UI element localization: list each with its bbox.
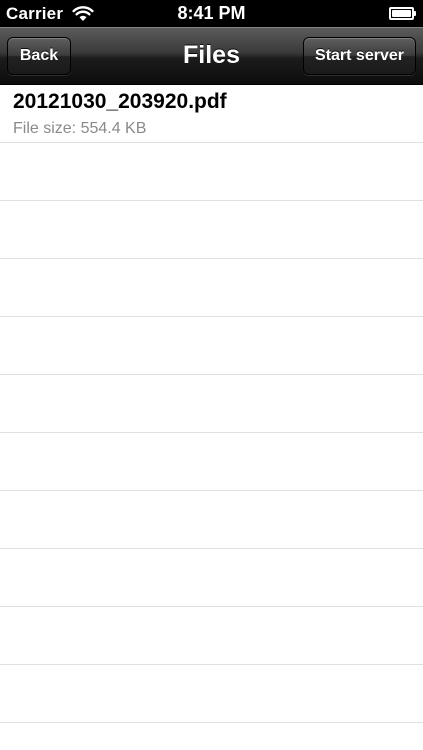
start-server-button[interactable]: Start server bbox=[303, 37, 416, 75]
row-separator bbox=[0, 142, 423, 143]
row-separator bbox=[0, 606, 423, 607]
battery-icon bbox=[389, 6, 417, 20]
navigation-bar: Back Files Start server bbox=[0, 27, 423, 85]
row-separator bbox=[0, 316, 423, 317]
screen: Carrier 8:41 PM Back Files Start server … bbox=[0, 0, 423, 750]
row-separator bbox=[0, 722, 423, 723]
row-separator bbox=[0, 490, 423, 491]
row-separator bbox=[0, 548, 423, 549]
row-separator bbox=[0, 200, 423, 201]
status-bar: Carrier 8:41 PM bbox=[0, 0, 423, 27]
list-item[interactable]: 20121030_203920.pdf File size: 554.4 KB bbox=[0, 85, 423, 142]
row-separator bbox=[0, 374, 423, 375]
battery-body bbox=[389, 6, 414, 20]
row-separator bbox=[0, 664, 423, 665]
carrier-label: Carrier bbox=[6, 3, 64, 23]
battery-cap bbox=[414, 10, 416, 16]
file-list: 20121030_203920.pdf File size: 554.4 KB bbox=[0, 85, 423, 750]
battery-fill bbox=[392, 9, 411, 17]
file-name: 20121030_203920.pdf bbox=[13, 90, 227, 113]
row-separator bbox=[0, 258, 423, 259]
file-size: File size: 554.4 KB bbox=[13, 120, 147, 137]
row-separator bbox=[0, 432, 423, 433]
status-left: Carrier bbox=[6, 0, 94, 27]
wifi-icon bbox=[72, 6, 94, 21]
